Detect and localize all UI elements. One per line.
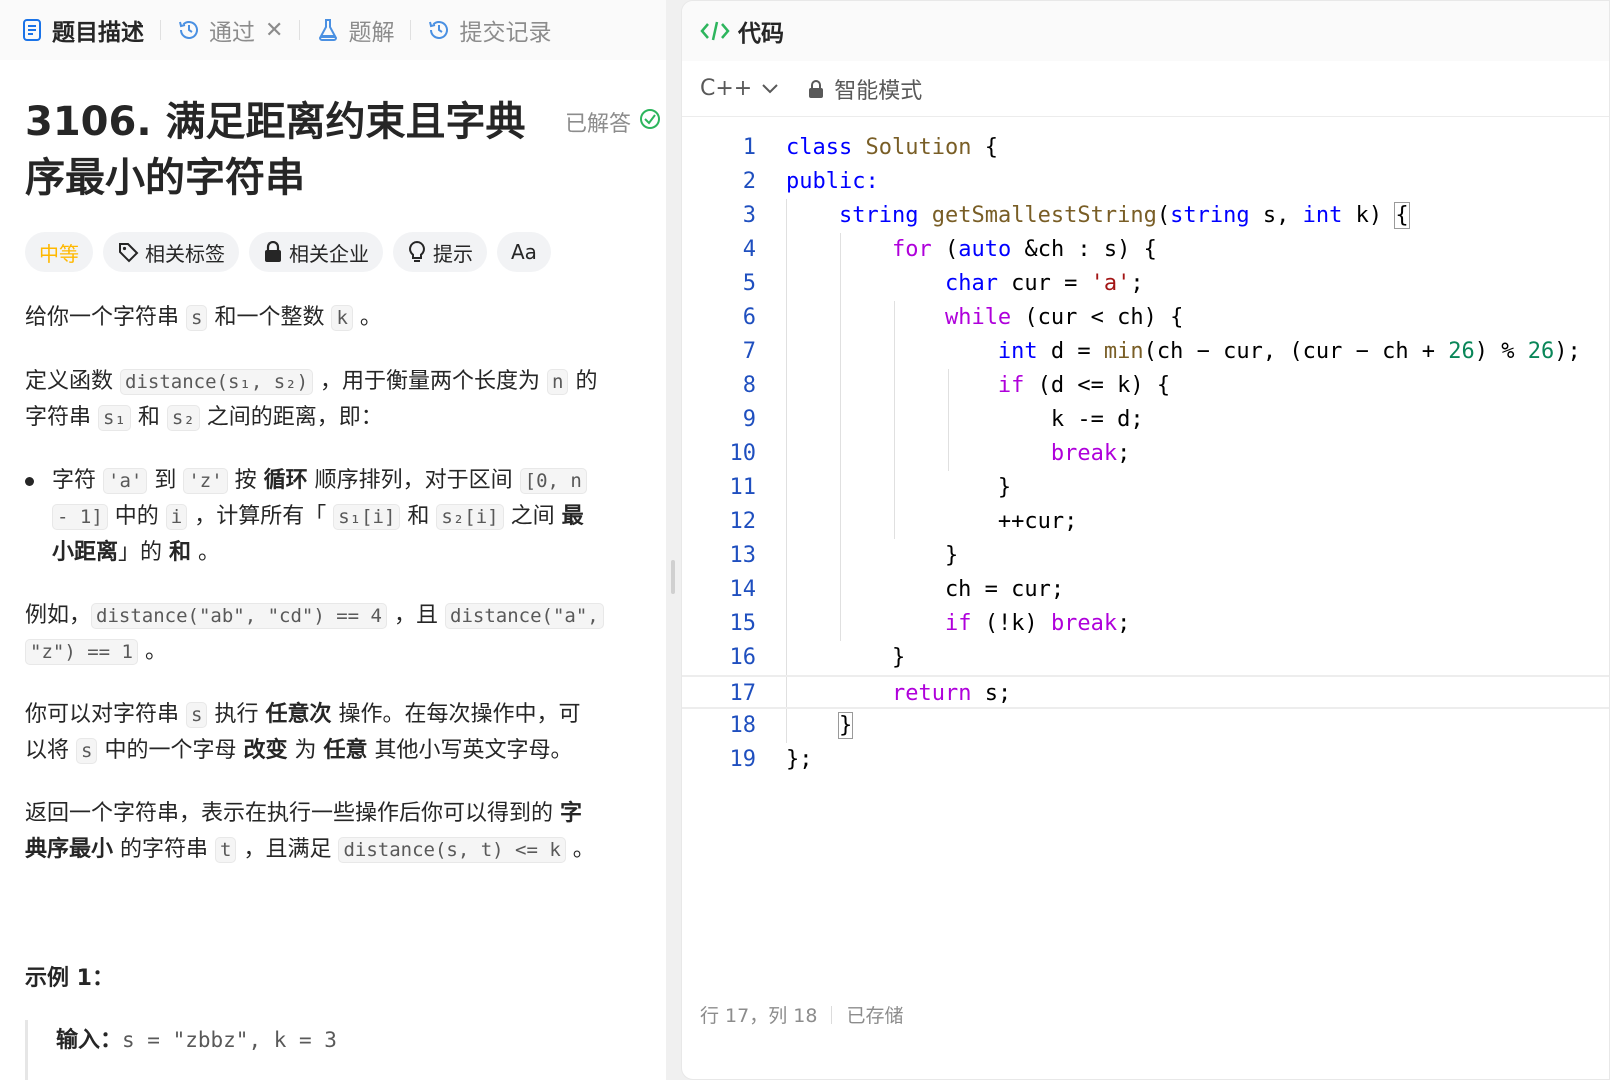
hint-button[interactable]: 提示 (393, 232, 487, 272)
close-icon[interactable]: ✕ (265, 18, 283, 43)
problem-tags: 中等 相关标签 相关企业 提示 Aa (25, 232, 561, 272)
code-line: 9 k -= d; (742, 407, 1144, 432)
code-line: 13 } (729, 543, 959, 568)
code-icon (700, 19, 730, 43)
check-circle-icon (639, 108, 661, 136)
desc-paragraph-1: 给你一个字符串 s 和一个整数 k 。 (25, 305, 382, 331)
code-panel-header: 代码 (682, 1, 1609, 61)
code-line: 15 if (!k) break; (729, 611, 1131, 636)
related-tags-button[interactable]: 相关标签 (103, 232, 239, 272)
status-divider (831, 1005, 833, 1024)
desc-paragraph-3: 例如， distance("ab", "cd") == 4 ，且 distance… (25, 598, 655, 670)
bullet-dot (25, 477, 34, 486)
tab-accepted-label: 通过 (209, 20, 255, 46)
tab-solutions-label: 题解 (348, 20, 395, 46)
hint-label: 提示 (433, 241, 473, 266)
problem-panel: 题目描述 通过 ✕ 题解 提交记录 3106. 满足距离约束且字典 序最小的字符… (0, 0, 666, 1080)
code-line: 4 for (auto &ch : s) { (742, 237, 1157, 262)
lock-icon (808, 79, 824, 98)
code-line: 6 while (cur < ch) { (742, 305, 1184, 330)
document-icon (20, 18, 44, 42)
code-line: 19}; (729, 747, 813, 772)
code-line: 2 public: (742, 169, 879, 194)
history-icon (177, 18, 201, 42)
lightbulb-icon (407, 240, 427, 264)
code-line: 3 string getSmallestString(string s, int… (742, 202, 1410, 229)
editor-status-bar: 行 17，列 18 已存储 (700, 1001, 903, 1028)
language-select[interactable]: C++ (700, 76, 778, 101)
cursor-position: 行 17，列 18 (700, 1005, 818, 1027)
desc-bullet: 字符 'a' 到 'z' 按 循环 顺序排列，对于区间 [0, n- 1] 中的… (25, 463, 665, 571)
tab-description[interactable]: 题目描述 (20, 0, 144, 60)
code-line: 8 if (d <= k) { (742, 373, 1171, 398)
desc-paragraph-4: 你可以对字符串 s 执行 任意次 操作。在每次操作中，可 以将 s 中的一个字母 … (25, 702, 581, 764)
save-status: 已存储 (846, 1005, 904, 1027)
code-line: 18 } (729, 712, 854, 739)
tab-submissions-label: 提交记录 (459, 20, 552, 46)
lock-icon (263, 241, 283, 263)
tab-divider (160, 20, 161, 40)
example-box: 输入：s = "zbbz", k = 3 (25, 1020, 337, 1080)
editor-toolbar: C++ 智能模式 (682, 61, 1609, 117)
example-title: 示例 1： (25, 966, 114, 991)
example-input-label: 输入： (56, 1028, 123, 1053)
related-companies-button[interactable]: 相关企业 (249, 232, 383, 272)
history-icon (427, 18, 451, 42)
problem-title-line1: 3106. 满足距离约束且字典 (25, 99, 526, 145)
code-line: 1 class Solution { (742, 135, 998, 160)
problem-title-line2: 序最小的字符串 (25, 155, 305, 201)
example-input-value: s = "zbbz", k = 3 (122, 1028, 337, 1052)
solved-status: 已解答 (565, 106, 661, 138)
smart-mode-label: 智能模式 (834, 78, 923, 104)
smart-mode-toggle[interactable]: 智能模式 (808, 73, 922, 105)
code-line: 10 break; (729, 441, 1131, 466)
tab-divider (410, 20, 412, 40)
tab-divider (299, 20, 301, 40)
code-panel: 代码 C++ 智能模式 1 class Solution { 2 public: 3… (681, 0, 1610, 1080)
font-toggle-button[interactable]: Aa (497, 232, 551, 272)
code-panel-title: 代码 (738, 21, 784, 47)
font-toggle-label: Aa (511, 240, 537, 264)
problem-tabbar: 题目描述 通过 ✕ 题解 提交记录 (0, 0, 666, 60)
code-line: 5 char cur = 'a'; (742, 271, 1144, 296)
solved-status-label: 已解答 (565, 112, 632, 137)
tab-submissions[interactable]: 提交记录 (427, 0, 551, 60)
code-line-current: 17 return s; (682, 675, 1609, 709)
code-line: 7 int d = min(ch − cur, (cur − ch + 26) … (742, 339, 1581, 364)
code-line: 16 } (729, 645, 906, 670)
related-companies-label: 相关企业 (289, 241, 369, 266)
desc-paragraph-5: 返回一个字符串，表示在执行一些操作后你可以得到的 字典序最小 的字符串 t ，且… (25, 801, 595, 863)
chevron-down-icon (762, 83, 778, 94)
problem-title: 3106. 满足距离约束且字典 序最小的字符串 (25, 94, 545, 206)
flask-icon (316, 18, 340, 42)
related-tags-label: 相关标签 (145, 241, 225, 266)
tab-accepted[interactable]: 通过 ✕ (177, 0, 283, 60)
tab-description-label: 题目描述 (52, 20, 144, 46)
code-line: 14 ch = cur; (729, 577, 1065, 602)
code-editor[interactable]: 1 class Solution { 2 public: 3 string getS… (682, 131, 1609, 1031)
panel-resize-handle[interactable] (671, 560, 675, 594)
desc-paragraph-2: 定义函数 distance(s₁, s₂) ，用于衡量两个长度为 n 的字符串 … (25, 369, 598, 431)
tab-solutions[interactable]: 题解 (316, 0, 394, 60)
code-line: 11 } (729, 475, 1012, 500)
difficulty-badge[interactable]: 中等 (25, 232, 93, 272)
code-line: 12 ++cur; (729, 509, 1078, 534)
language-label: C++ (700, 76, 753, 101)
tag-icon (117, 241, 139, 263)
